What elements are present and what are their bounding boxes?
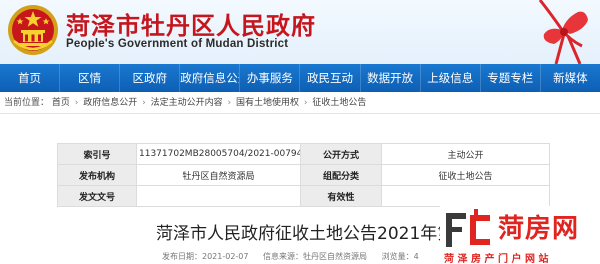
nav-item-open-data[interactable]: 数据开放 xyxy=(361,64,421,92)
breadcrumb-link-home[interactable]: 首页 xyxy=(52,92,70,113)
watermark-slogan: 菏泽房产门户网站 xyxy=(444,254,552,264)
nav-item-gov-info-disclosure[interactable]: 政府信息公开 xyxy=(180,64,241,92)
site-watermark: 菏房网 菏泽房产门户网站 xyxy=(440,206,600,264)
nav-item-services[interactable]: 办事服务 xyxy=(240,64,301,92)
table-row: 发布机构 牡丹区自然资源局 组配分类 征收土地公告 xyxy=(57,164,550,186)
nav-item-district-info[interactable]: 区情 xyxy=(60,64,121,92)
nav-item-district-gov[interactable]: 区政府 xyxy=(120,64,181,92)
watermark-site-name: 菏房网 xyxy=(498,214,580,244)
index-number-label: 索引号 xyxy=(57,143,137,165)
info-source: 信息来源：牡丹区自然资源局 xyxy=(263,252,368,261)
table-row: 发文文号 有效性 xyxy=(57,185,550,207)
index-number-value: 11371702MB28005704/2021-00794 xyxy=(136,143,301,165)
breadcrumb: 当前位置： 首页 › 政府信息公开 › 法定主动公开内容 › 国有土地使用权 ›… xyxy=(0,92,600,114)
main-nav: 首页 区情 区政府 政府信息公开 办事服务 政民互动 数据开放 上级信息 专题专… xyxy=(0,64,600,92)
breadcrumb-separator: › xyxy=(303,98,308,108)
nav-item-new-media[interactable]: 新媒体 xyxy=(541,64,600,92)
disclosure-method-value: 主动公开 xyxy=(381,143,550,165)
view-count: 浏览量：4 xyxy=(381,252,419,261)
table-row: 索引号 11371702MB28005704/2021-00794 公开方式 主… xyxy=(57,143,550,165)
publisher-label: 发布机构 xyxy=(57,164,137,186)
breadcrumb-separator: › xyxy=(74,98,79,108)
site-subtitle: People's Government of Mudan District xyxy=(66,38,289,50)
breadcrumb-separator: › xyxy=(142,98,146,108)
breadcrumb-link-land-use-rights[interactable]: 国有土地使用权 xyxy=(236,92,299,113)
site-title: 菏泽市牡丹区人民政府 xyxy=(66,12,316,40)
publish-date: 发布日期：2021-02-07 xyxy=(162,252,249,261)
publisher-value: 牡丹区自然资源局 xyxy=(136,164,301,186)
breadcrumb-link-land-notice[interactable]: 征收土地公告 xyxy=(312,92,366,113)
validity-label: 有效性 xyxy=(300,185,382,207)
national-emblem-icon xyxy=(8,5,58,55)
nav-item-special-topics[interactable]: 专题专栏 xyxy=(481,64,541,92)
breadcrumb-link-statutory-content[interactable]: 法定主动公开内容 xyxy=(151,92,223,113)
category-value: 征收土地公告 xyxy=(381,164,550,186)
article-meta: 发布日期：2021-02-07 信息来源：牡丹区自然资源局 浏览量：4 xyxy=(162,251,431,262)
breadcrumb-separator: › xyxy=(227,98,232,108)
validity-value xyxy=(381,185,550,207)
header-banner: 菏泽市牡丹区人民政府 People's Government of Mudan … xyxy=(0,0,600,64)
article-title: 菏泽市人民政府征收土地公告2021年第5号 xyxy=(156,224,483,244)
breadcrumb-link-gov-info[interactable]: 政府信息公开 xyxy=(83,92,137,113)
document-info-table: 索引号 11371702MB28005704/2021-00794 公开方式 主… xyxy=(57,143,550,207)
nav-item-home[interactable]: 首页 xyxy=(0,64,61,92)
disclosure-method-label: 公开方式 xyxy=(300,143,382,165)
heze-house-logo-icon xyxy=(446,209,490,247)
nav-item-interaction[interactable]: 政民互动 xyxy=(300,64,361,92)
nav-item-superior-info[interactable]: 上级信息 xyxy=(421,64,481,92)
category-label: 组配分类 xyxy=(300,164,382,186)
document-number-label: 发文文号 xyxy=(57,185,137,207)
breadcrumb-prefix: 当前位置： xyxy=(4,98,50,108)
red-ribbon-decoration xyxy=(538,0,588,64)
document-number-value xyxy=(136,185,301,207)
page: 菏泽市牡丹区人民政府 People's Government of Mudan … xyxy=(0,0,600,264)
